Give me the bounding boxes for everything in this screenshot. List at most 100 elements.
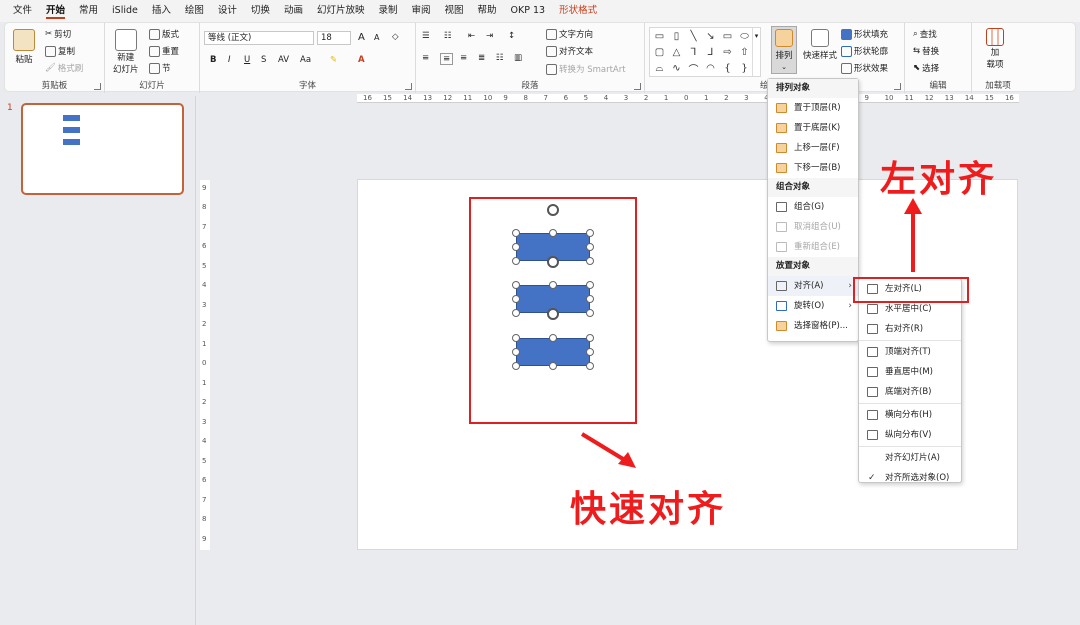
ungroup-item[interactable]: 取消组合(U) <box>768 217 858 237</box>
slide-thumbnail[interactable] <box>21 103 184 195</box>
arrow-line-shape-icon[interactable]: ↘ <box>704 30 717 42</box>
resize-handle[interactable] <box>512 309 520 317</box>
resize-handle[interactable] <box>512 243 520 251</box>
italic-button[interactable]: I <box>228 55 231 65</box>
layout-button[interactable]: 版式 <box>149 28 179 40</box>
shrink-font-button[interactable]: A <box>374 33 379 42</box>
tab-transitions[interactable]: 切换 <box>244 0 277 22</box>
clipboard-launcher-icon[interactable] <box>94 83 101 90</box>
align-to-slide-item[interactable]: 对齐幻灯片(A) <box>859 448 961 468</box>
drawing-launcher-icon[interactable] <box>894 83 901 90</box>
tab-common[interactable]: 常用 <box>72 0 105 22</box>
send-backward-item[interactable]: 下移一层(B) <box>768 158 858 178</box>
triangle-shape-icon[interactable]: △ <box>670 46 683 58</box>
send-to-back-item[interactable]: 置于底层(K) <box>768 118 858 138</box>
align-right-item[interactable]: 右对齐(R) <box>859 319 961 339</box>
freeform-shape-icon[interactable]: ⌓ <box>653 62 666 74</box>
rectangle-shape-icon[interactable]: ▭ <box>721 30 734 42</box>
align-center-icon[interactable]: ≡ <box>440 53 454 65</box>
align-item[interactable]: 对齐(A) › <box>768 276 858 296</box>
tab-shape-format[interactable]: 形状格式 <box>552 0 604 22</box>
align-middle-item[interactable]: 垂直居中(M) <box>859 362 961 382</box>
find-button[interactable]: ⌕ 查找 <box>913 28 937 40</box>
resize-handle[interactable] <box>512 348 520 356</box>
scribble-shape-icon[interactable]: ∿ <box>670 62 683 74</box>
shape-outline-button[interactable]: 形状轮廓 <box>841 45 888 57</box>
font-launcher-icon[interactable] <box>405 83 412 90</box>
bullets-icon[interactable]: ☰ <box>422 31 430 41</box>
rounded-rect-shape-icon[interactable]: ▢ <box>653 46 666 58</box>
replace-button[interactable]: ⇆ 替换 <box>913 45 939 57</box>
resize-handle[interactable] <box>512 257 520 265</box>
right-brace-shape-icon[interactable]: } <box>738 62 751 74</box>
resize-handle[interactable] <box>586 229 594 237</box>
bold-button[interactable]: B <box>210 55 216 65</box>
tab-review[interactable]: 审阅 <box>404 0 437 22</box>
right-arrow-shape-icon[interactable]: ⇨ <box>721 46 734 58</box>
connector-shape-icon[interactable]: ⅂ <box>687 46 700 58</box>
line-shape-icon[interactable]: ╲ <box>687 30 700 42</box>
regroup-item[interactable]: 重新组合(E) <box>768 237 858 257</box>
arc-shape-icon[interactable]: ◠ <box>704 62 717 74</box>
resize-handle[interactable] <box>512 334 520 342</box>
paragraph-launcher-icon[interactable] <box>634 83 641 90</box>
addins-button[interactable]: 加 载项 <box>986 28 1004 70</box>
underline-button[interactable]: U <box>244 55 250 65</box>
decrease-indent-icon[interactable]: ⇤ <box>468 31 475 41</box>
distribute-horizontally-item[interactable]: 横向分布(H) <box>859 405 961 425</box>
increase-indent-icon[interactable]: ⇥ <box>486 31 493 41</box>
rotate-item[interactable]: 旋转(O) › <box>768 296 858 316</box>
elbow-connector-shape-icon[interactable]: ⅃ <box>704 46 717 58</box>
selection-pane-item[interactable]: 选择窗格(P)... <box>768 316 858 336</box>
oval-shape-icon[interactable]: ⬭ <box>738 30 751 42</box>
strikethrough-button[interactable]: S <box>261 55 266 65</box>
up-arrow-shape-icon[interactable]: ⇧ <box>738 46 751 58</box>
smartart-button[interactable]: 转换为 SmartArt <box>546 63 626 75</box>
bring-to-front-item[interactable]: 置于顶层(R) <box>768 98 858 118</box>
resize-handle[interactable] <box>512 362 520 370</box>
curve-shape-icon[interactable]: ⌒ <box>687 62 700 76</box>
tab-islide[interactable]: iSlide <box>105 0 145 22</box>
rotate-handle-icon[interactable] <box>547 204 559 216</box>
change-case-button[interactable]: Aa <box>300 55 311 65</box>
gallery-scroll[interactable]: ▾ <box>752 28 760 76</box>
tab-help[interactable]: 帮助 <box>471 0 504 22</box>
resize-handle[interactable] <box>512 281 520 289</box>
resize-handle[interactable] <box>586 334 594 342</box>
arrange-button[interactable]: 排列 ⌄ <box>771 26 797 74</box>
resize-handle[interactable] <box>586 243 594 251</box>
highlight-icon[interactable]: ✎ <box>330 55 337 65</box>
paste-button[interactable]: 粘贴 <box>13 29 35 65</box>
textbox-shape-icon[interactable]: ▭ <box>653 30 666 42</box>
resize-handle[interactable] <box>586 309 594 317</box>
select-button[interactable]: ⬉ 选择 <box>913 62 939 74</box>
group-item[interactable]: 组合(G) <box>768 197 858 217</box>
distributed-icon[interactable]: ☷ <box>496 53 504 63</box>
resize-handle[interactable] <box>549 334 557 342</box>
reset-button[interactable]: 重置 <box>149 45 179 57</box>
new-slide-button[interactable]: 新建 幻灯片 <box>113 29 139 75</box>
grow-font-button[interactable]: A <box>358 32 365 43</box>
tab-view[interactable]: 视图 <box>438 0 471 22</box>
resize-handle[interactable] <box>586 295 594 303</box>
rotate-handle-icon[interactable] <box>547 256 559 268</box>
section-button[interactable]: 节 <box>149 62 171 74</box>
tab-home[interactable]: 开始 <box>39 0 72 22</box>
tab-okp[interactable]: OKP 13 <box>504 0 553 22</box>
tab-insert[interactable]: 插入 <box>145 0 178 22</box>
shape-fill-button[interactable]: 形状填充 <box>841 28 888 40</box>
justify-icon[interactable]: ≣ <box>478 53 485 63</box>
resize-handle[interactable] <box>586 362 594 370</box>
distribute-vertically-item[interactable]: 纵向分布(V) <box>859 425 961 445</box>
clear-format-icon[interactable]: ◇ <box>392 32 399 42</box>
quick-styles-button[interactable]: 快速样式 <box>803 29 837 61</box>
font-family-select[interactable]: 等线 (正文) <box>204 31 314 45</box>
shapes-gallery[interactable]: ▭ ▯ ╲ ↘ ▭ ⬭ ▢ △ ⅂ ⅃ ⇨ ⇧ ⌓ ∿ ⌒ ◠ { } ▾ <box>649 27 761 77</box>
tab-design[interactable]: 设计 <box>211 0 244 22</box>
resize-handle[interactable] <box>549 281 557 289</box>
align-left-icon[interactable]: ≡ <box>422 53 429 63</box>
align-bottom-item[interactable]: 底端对齐(B) <box>859 382 961 402</box>
left-brace-shape-icon[interactable]: { <box>721 62 734 74</box>
tab-draw[interactable]: 绘图 <box>178 0 211 22</box>
cut-button[interactable]: ✂ 剪切 <box>45 28 71 40</box>
